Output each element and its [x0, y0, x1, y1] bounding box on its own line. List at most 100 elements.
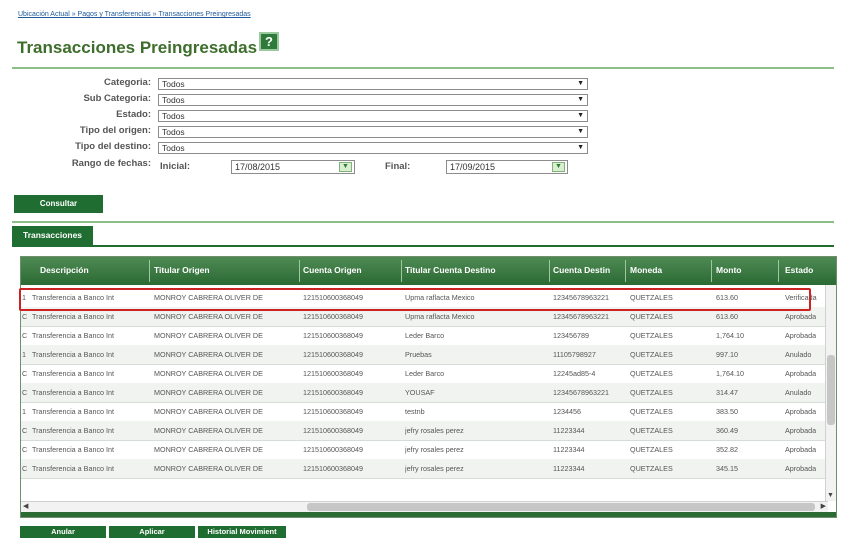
dropdown-arrow-icon: ▼: [577, 144, 584, 151]
cell-moneda: QUETZALES: [630, 445, 673, 454]
cell-titular-destino: jefry rosales perez: [405, 426, 464, 435]
categoria-label: Categoria:: [104, 77, 151, 88]
tipo-destino-select[interactable]: Todos ▼: [158, 142, 588, 154]
vertical-scroll-thumb[interactable]: [827, 355, 835, 425]
table-row[interactable]: C Transferencia a Banco Int MONROY CABRE…: [21, 440, 828, 460]
estado-select[interactable]: Todos ▼: [158, 110, 588, 122]
cell-cuenta-destino: 12345678963221: [553, 312, 609, 321]
dropdown-arrow-icon: ▼: [577, 128, 584, 135]
column-header-estado[interactable]: Estado: [785, 265, 813, 275]
row-marker: C: [22, 464, 28, 473]
cell-titular-origen: MONROY CABRERA OLIVER DE: [154, 388, 263, 397]
dropdown-arrow-icon: ▼: [577, 112, 584, 119]
cell-cuenta-destino: 11223344: [553, 426, 585, 435]
column-separator: [778, 260, 779, 282]
cell-titular-destino: jefry rosales perez: [405, 464, 464, 473]
cell-monto: 314.47: [716, 388, 738, 397]
table-row[interactable]: C Transferencia a Banco Int MONROY CABRE…: [21, 326, 828, 346]
grid-header: Descripción Titular Origen Cuenta Origen…: [21, 257, 836, 285]
tipo-origen-value: Todos: [162, 127, 185, 137]
cell-monto: 1,764.10: [716, 369, 744, 378]
fecha-final-input[interactable]: 17/09/2015 ▼: [446, 160, 568, 174]
tab-underline: [12, 245, 834, 247]
row-marker: 1: [22, 350, 26, 359]
calendar-icon[interactable]: ▼: [552, 162, 565, 172]
categoria-value: Todos: [162, 79, 185, 89]
cell-descripcion: Transferencia a Banco Int: [32, 464, 115, 473]
cell-cuenta-destino: 1234456: [553, 407, 581, 416]
horizontal-scrollbar[interactable]: ◀ ▶: [21, 501, 828, 512]
sub-categoria-select[interactable]: Todos ▼: [158, 94, 588, 106]
column-separator: [401, 260, 402, 282]
column-header-cuenta-destino[interactable]: Cuenta Destin: [553, 265, 610, 275]
column-header-monto[interactable]: Monto: [716, 265, 742, 275]
help-icon[interactable]: ?: [259, 32, 279, 51]
dropdown-arrow-icon: ▼: [577, 80, 584, 87]
column-header-moneda[interactable]: Moneda: [630, 265, 662, 275]
scroll-right-icon[interactable]: ▶: [821, 502, 826, 510]
cell-monto: 352.82: [716, 445, 738, 454]
scroll-down-icon[interactable]: ▼: [827, 492, 834, 499]
sub-categoria-label: Sub Categoria:: [83, 93, 151, 104]
aplicar-button[interactable]: Aplicar: [109, 526, 195, 538]
form-divider: [12, 221, 834, 223]
table-row[interactable]: C Transferencia a Banco Int MONROY CABRE…: [21, 421, 828, 441]
fecha-final-value: 17/09/2015: [450, 162, 496, 172]
categoria-select[interactable]: Todos ▼: [158, 78, 588, 90]
calendar-icon[interactable]: ▼: [339, 162, 352, 172]
row-marker: 1: [22, 407, 26, 416]
anular-button[interactable]: Anular: [20, 526, 106, 538]
fecha-inicial-input[interactable]: 17/08/2015 ▼: [231, 160, 355, 174]
cell-estado: Aprobada: [785, 426, 817, 435]
table-row[interactable]: C Transferencia a Banco Int MONROY CABRE…: [21, 459, 828, 479]
column-header-cuenta-origen[interactable]: Cuenta Origen: [303, 265, 362, 275]
cell-monto: 613.60: [716, 312, 738, 321]
cell-descripcion: Transferencia a Banco Int: [32, 331, 115, 340]
cell-titular-origen: MONROY CABRERA OLIVER DE: [154, 445, 263, 454]
cell-descripcion: Transferencia a Banco Int: [32, 369, 115, 378]
cell-monto: 997.10: [716, 350, 738, 359]
cell-moneda: QUETZALES: [630, 464, 673, 473]
cell-titular-destino: jefry rosales perez: [405, 445, 464, 454]
cell-cuenta-origen: 121510600368049: [303, 407, 363, 416]
row-marker: C: [22, 445, 28, 454]
consultar-button[interactable]: Consultar: [14, 195, 103, 213]
column-header-titular-origen[interactable]: Titular Origen: [154, 265, 210, 275]
cell-estado: Anulado: [785, 350, 812, 359]
table-row[interactable]: 1 Transferencia a Banco Int MONROY CABRE…: [21, 345, 828, 365]
estado-label: Estado:: [116, 109, 151, 120]
column-header-descripcion[interactable]: Descripción: [40, 265, 89, 275]
cell-cuenta-destino: 123456789: [553, 331, 589, 340]
row-marker: C: [22, 388, 28, 397]
cell-moneda: QUETZALES: [630, 331, 673, 340]
cell-estado: Aprobada: [785, 464, 817, 473]
table-row[interactable]: C Transferencia a Banco Int MONROY CABRE…: [21, 383, 828, 403]
cell-cuenta-origen: 121510600368049: [303, 312, 363, 321]
column-header-titular-destino[interactable]: Titular Cuenta Destino: [405, 265, 496, 275]
fecha-final-label: Final:: [385, 161, 411, 172]
cell-monto: 1,764.10: [716, 331, 744, 340]
row-marker: C: [22, 331, 28, 340]
cell-descripcion: Transferencia a Banco Int: [32, 388, 115, 397]
cell-cuenta-origen: 121510600368049: [303, 388, 363, 397]
historial-movimientos-button[interactable]: Historial Movimient: [198, 526, 286, 538]
estado-value: Todos: [162, 111, 185, 121]
cell-cuenta-origen: 121510600368049: [303, 426, 363, 435]
scroll-left-icon[interactable]: ◀: [23, 502, 28, 510]
horizontal-scroll-thumb[interactable]: [307, 503, 815, 511]
cell-titular-destino: Upma raflacta Mexico: [405, 312, 475, 321]
cell-monto: 345.15: [716, 464, 738, 473]
table-row[interactable]: 1 Transferencia a Banco Int MONROY CABRE…: [21, 402, 828, 422]
cell-moneda: QUETZALES: [630, 350, 673, 359]
breadcrumb[interactable]: Ubicación Actual » Pagos y Transferencia…: [18, 11, 251, 18]
title-divider: [12, 67, 834, 69]
row-marker: C: [22, 426, 28, 435]
cell-titular-origen: MONROY CABRERA OLIVER DE: [154, 331, 263, 340]
tipo-origen-select[interactable]: Todos ▼: [158, 126, 588, 138]
vertical-scrollbar[interactable]: ▼: [825, 285, 836, 501]
cell-estado: Aprobada: [785, 407, 817, 416]
selected-row-highlight: [19, 288, 811, 311]
cell-cuenta-destino: 11223344: [553, 464, 585, 473]
table-row[interactable]: C Transferencia a Banco Int MONROY CABRE…: [21, 364, 828, 384]
tab-transacciones[interactable]: Transacciones: [12, 226, 93, 245]
